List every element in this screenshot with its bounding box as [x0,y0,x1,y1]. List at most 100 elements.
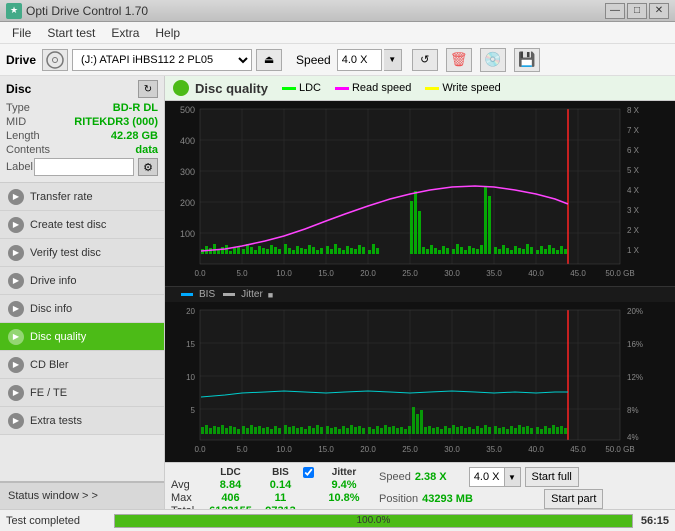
drive-info-icon: ▶ [8,273,24,289]
stats-table: LDC BIS Jitter Avg 8.84 0.14 9.4% [171,467,369,509]
disc-mid-row: MID RITEKDR3 (000) [6,116,158,128]
legend-bis-label: BIS [199,289,215,300]
bottom-chart: 20 15 10 5 0.0 5.0 10.0 15.0 20.0 25.0 3… [165,302,675,462]
nav-drive-info[interactable]: ▶ Drive info [0,267,164,295]
svg-text:200: 200 [180,198,195,208]
speed-row: Speed 2.38 X 4.0 X ▼ Start full [379,467,603,487]
stats-avg-row: Avg 8.84 0.14 9.4% [171,479,369,491]
legend-jitter-label: Jitter [241,289,263,300]
stats-max-jitter: 10.8% [319,492,369,504]
minimize-button[interactable]: — [605,3,625,19]
svg-text:8%: 8% [627,406,639,415]
legend-read-speed: Read speed [335,82,411,94]
erase-button[interactable]: 🗑 [446,48,472,72]
stats-position-value: 43293 MB [422,493,502,505]
legend-write-speed-color [425,87,439,90]
disc-label-row: Label ⚙ [6,158,158,176]
svg-text:20%: 20% [627,307,643,316]
legend-bis: BIS [181,289,215,300]
title-bar: ★ Opti Drive Control 1.70 — □ ✕ [0,0,675,22]
svg-text:50.0 GB: 50.0 GB [605,269,634,278]
disc-label-input[interactable] [34,158,134,176]
disc-type-label: Type [6,102,30,114]
stats-row-col-empty [171,467,203,478]
svg-text:15.0: 15.0 [318,269,334,278]
disc-mid-label: MID [6,116,26,128]
disc-contents-value: data [135,144,158,156]
svg-text:100: 100 [180,229,195,239]
speed-value-display: 4.0 X [337,49,382,71]
speed-label: Speed [296,53,331,67]
drive-dropdown[interactable]: (J:) ATAPI iHBS112 2 PL05 [72,49,252,71]
nav-extra-tests[interactable]: ▶ Extra tests [0,407,164,435]
drive-icon-btn[interactable] [42,49,68,71]
legend-write-speed-label: Write speed [442,82,501,94]
legend-ldc-label: LDC [299,82,321,94]
drive-select-wrap: (J:) ATAPI iHBS112 2 PL05 ⏏ [42,49,282,71]
svg-text:20.0: 20.0 [360,269,376,278]
svg-text:40.0: 40.0 [528,445,544,454]
stats-total-label: Total [171,505,203,509]
stats-total-ldc: 6122155 [203,505,258,509]
left-panel: Disc ↻ Type BD-R DL MID RITEKDR3 (000) L… [0,76,165,509]
stats-speed-dropdown-arrow[interactable]: ▼ [505,467,521,487]
maximize-button[interactable]: □ [627,3,647,19]
window-title: Opti Drive Control 1.70 [26,4,148,18]
svg-text:20: 20 [186,307,195,316]
legend-read-speed-color [335,87,349,90]
progress-text: 100.0% [115,515,632,527]
close-button[interactable]: ✕ [649,3,669,19]
fe-te-icon: ▶ [8,385,24,401]
main-content: Disc ↻ Type BD-R DL MID RITEKDR3 (000) L… [0,76,675,509]
svg-text:5.0: 5.0 [236,269,248,278]
start-full-button[interactable]: Start full [525,467,579,487]
start-part-button[interactable]: Start part [544,489,603,509]
svg-text:5 X: 5 X [627,166,640,175]
time-display: 56:15 [641,515,669,527]
stats-speed-select[interactable]: 4.0 X [469,467,505,487]
speed-dropdown-arrow[interactable]: ▼ [384,49,402,71]
jitter-checkbox[interactable] [303,467,314,478]
speed-selector: 4.0 X ▼ [337,49,402,71]
disc-length-label: Length [6,130,40,142]
disc-type-row: Type BD-R DL [6,102,158,114]
position-row: Position 43293 MB Start part [379,489,603,509]
legend-read-speed-label: Read speed [352,82,411,94]
eject-button[interactable]: ⏏ [256,49,282,71]
disc-refresh-button[interactable]: ↻ [138,80,158,98]
menu-bar: File Start test Extra Help [0,22,675,44]
nav-cd-bler[interactable]: ▶ CD Bler [0,351,164,379]
nav-section: ▶ Transfer rate ▶ Create test disc ▶ Ver… [0,183,164,481]
nav-transfer-rate[interactable]: ▶ Transfer rate [0,183,164,211]
disc-label-gear-button[interactable]: ⚙ [138,158,158,176]
nav-fe-te[interactable]: ▶ FE / TE [0,379,164,407]
menu-help[interactable]: Help [147,24,188,42]
refresh-drive-button[interactable]: ↺ [412,49,438,71]
drive-label: Drive [6,53,36,67]
nav-disc-info[interactable]: ▶ Disc info [0,295,164,323]
menu-file[interactable]: File [4,24,39,42]
burn-button[interactable]: 💿 [480,48,506,72]
stats-avg-jitter: 9.4% [319,479,369,491]
svg-text:1 X: 1 X [627,246,640,255]
svg-text:400: 400 [180,136,195,146]
svg-text:2 X: 2 X [627,226,640,235]
status-window-button[interactable]: Status window > > [0,481,164,509]
nav-verify-test-disc[interactable]: ▶ Verify test disc [0,239,164,267]
menu-extra[interactable]: Extra [103,24,147,42]
menu-start-test[interactable]: Start test [39,24,103,42]
svg-text:5: 5 [191,406,196,415]
chart-header: Disc quality LDC Read speed Write speed [165,76,675,101]
svg-text:40.0: 40.0 [528,269,544,278]
nav-verify-test-disc-label: Verify test disc [30,247,101,259]
nav-disc-quality[interactable]: ▶ Disc quality [0,323,164,351]
app-icon: ★ [6,3,22,19]
stats-jitter-header: Jitter [319,467,369,478]
svg-text:4%: 4% [627,433,639,442]
nav-create-test-disc[interactable]: ▶ Create test disc [0,211,164,239]
save-button[interactable]: 💾 [514,48,540,72]
svg-text:35.0: 35.0 [486,269,502,278]
svg-text:5.0: 5.0 [236,445,248,454]
svg-text:500: 500 [180,105,195,115]
create-test-disc-icon: ▶ [8,217,24,233]
